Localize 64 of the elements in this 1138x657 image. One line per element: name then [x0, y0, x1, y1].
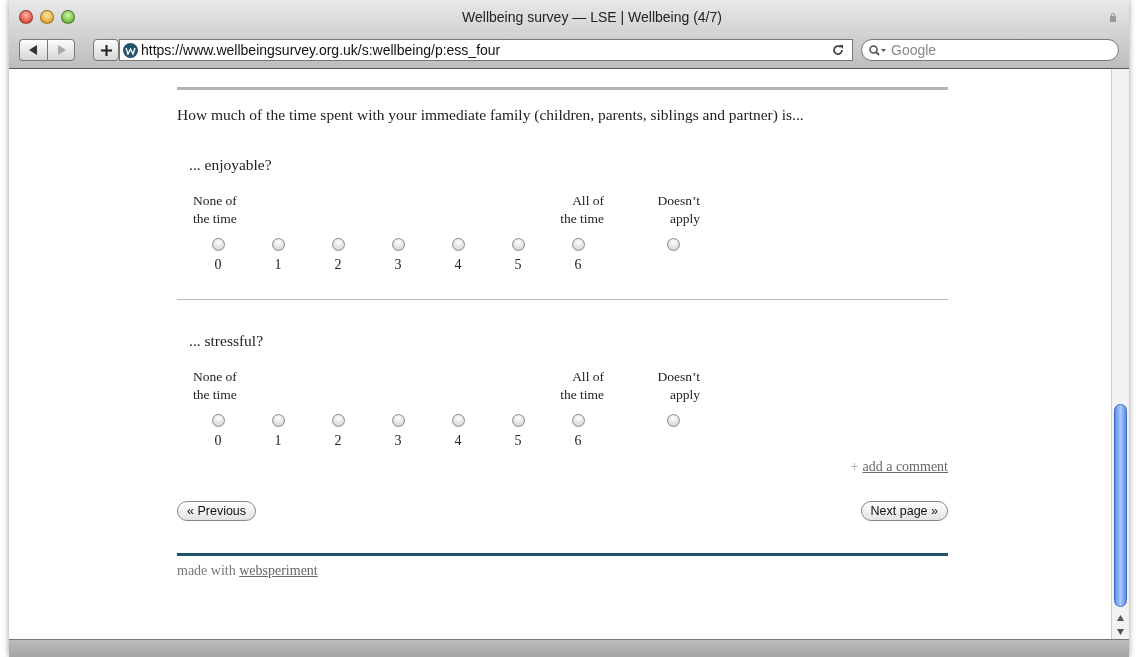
- question-prompt: ... enjoyable?: [189, 156, 273, 174]
- option-label: 6: [574, 433, 582, 449]
- scale-label: None of the time: [192, 368, 238, 404]
- option-label: 0: [214, 433, 222, 449]
- back-button[interactable]: [19, 39, 47, 61]
- option-label: 2: [334, 433, 342, 449]
- forward-button[interactable]: [47, 39, 75, 61]
- scroll-up-icon[interactable]: [1117, 615, 1124, 621]
- plus-icon: [100, 44, 112, 56]
- next-page-button[interactable]: Next page »: [860, 501, 948, 521]
- option-label: 0: [214, 257, 222, 273]
- radio-button[interactable]: [666, 414, 680, 427]
- option-label: 1: [274, 433, 282, 449]
- address-field[interactable]: https://www.wellbeingsurvey.org.uk/s:wellbeing/p:ess_four: [119, 39, 853, 61]
- scale-label: All of the time: [559, 192, 605, 228]
- option-label: 3: [394, 433, 402, 449]
- forward-icon: [56, 45, 66, 55]
- option-label: 3: [394, 257, 402, 273]
- question-text: How much of the time spent with your immediate family (children, parents, siblings and partner) is...: [177, 106, 805, 124]
- lock-icon: [1109, 11, 1117, 22]
- radio-button[interactable]: [331, 414, 345, 427]
- radio-button[interactable]: [571, 414, 585, 427]
- minimize-button[interactable]: [40, 9, 54, 24]
- option-label: 4: [454, 433, 462, 449]
- radio-button[interactable]: [211, 238, 225, 251]
- back-icon: [29, 45, 38, 55]
- option-label: 6: [574, 257, 582, 273]
- radio-button[interactable]: [451, 414, 465, 427]
- search-field[interactable]: Google: [861, 39, 1119, 61]
- radio-button[interactable]: [511, 238, 525, 251]
- zoom-button[interactable]: [61, 9, 75, 24]
- scrollbar[interactable]: [1111, 69, 1129, 639]
- option-label: 2: [334, 257, 342, 273]
- question-prompt: ... stressful?: [189, 332, 265, 350]
- radio-button[interactable]: [271, 414, 285, 427]
- radio-button[interactable]: [666, 238, 680, 251]
- radio-button[interactable]: [211, 414, 225, 427]
- scale-label: None of the time: [192, 192, 238, 228]
- radio-button[interactable]: [511, 414, 525, 427]
- option-label: 4: [454, 257, 462, 273]
- websperiment-link[interactable]: websperiment: [239, 563, 318, 578]
- add-comment-link[interactable]: add a comment: [862, 459, 948, 474]
- radio-button[interactable]: [271, 238, 285, 251]
- scroll-thumb[interactable]: [1114, 404, 1127, 607]
- close-button[interactable]: [19, 9, 33, 24]
- scale-label: Doesn’t apply: [656, 192, 701, 228]
- window-title: Wellbeing survey — LSE | Wellbeing (4/7): [461, 8, 723, 25]
- radio-button[interactable]: [331, 238, 345, 251]
- scale-label: Doesn’t apply: [656, 368, 701, 404]
- reload-icon[interactable]: [832, 44, 844, 56]
- radio-button[interactable]: [391, 414, 405, 427]
- previous-button[interactable]: « Previous: [177, 501, 257, 521]
- add-bookmark-button[interactable]: [93, 39, 119, 61]
- option-label: 5: [514, 257, 522, 273]
- footer-text: made with websperiment: [177, 563, 319, 579]
- radio-button[interactable]: [451, 238, 465, 251]
- plus-icon: +: [850, 459, 859, 474]
- scale-label: All of the time: [559, 368, 605, 404]
- scroll-down-icon[interactable]: [1117, 629, 1124, 635]
- radio-button[interactable]: [391, 238, 405, 251]
- radio-button[interactable]: [571, 238, 585, 251]
- site-icon: [123, 42, 138, 58]
- option-label: 1: [274, 257, 282, 273]
- option-label: 5: [514, 433, 522, 449]
